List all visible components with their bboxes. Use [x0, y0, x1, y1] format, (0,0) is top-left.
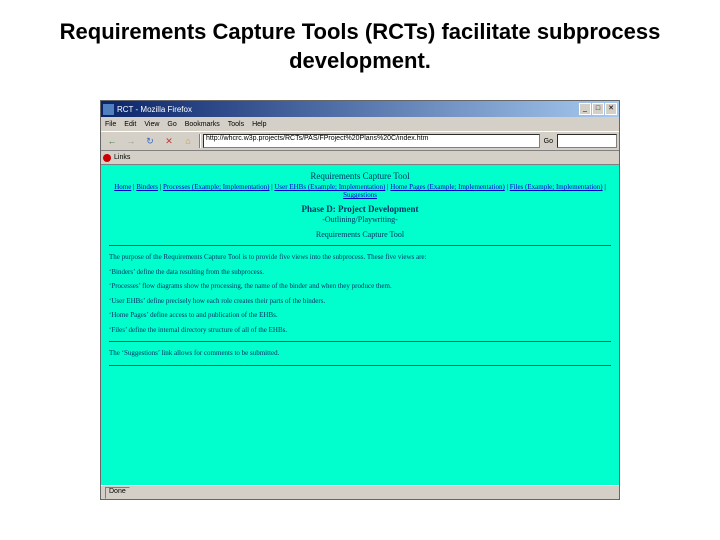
- maximize-button[interactable]: □: [592, 103, 604, 115]
- homepages-desc: ‘Home Pages’ define access to and public…: [109, 310, 611, 321]
- menu-go[interactable]: Go: [167, 121, 176, 128]
- menu-bookmarks[interactable]: Bookmarks: [185, 121, 220, 128]
- divider: [109, 245, 611, 246]
- address-input[interactable]: http://whcrc.w3p.projects/RCTs/PAS/FProj…: [203, 134, 540, 148]
- status-bar: Done: [101, 485, 619, 499]
- divider: [109, 365, 611, 366]
- go-button[interactable]: Go: [541, 133, 556, 149]
- stop-button[interactable]: ✕: [160, 133, 178, 149]
- nav-homepages[interactable]: Home Pages (Example; Implementation): [390, 183, 505, 191]
- section-title: Requirements Capture Tool: [109, 230, 611, 239]
- intro-text: The purpose of the Requirements Capture …: [109, 252, 611, 263]
- divider: [109, 341, 611, 342]
- minimize-button[interactable]: _: [579, 103, 591, 115]
- link-icon[interactable]: [103, 154, 111, 162]
- menu-edit[interactable]: Edit: [124, 121, 136, 128]
- home-button[interactable]: ⌂: [179, 133, 197, 149]
- toolbar-separator: [199, 134, 201, 148]
- phase-subtitle: -Outlining/Playwriting-: [109, 215, 611, 224]
- doc-header: Requirements Capture Tool: [109, 171, 611, 181]
- doc-nav: Home | Binders | Processes (Example; Imp…: [109, 183, 611, 199]
- link-bar: Links: [101, 151, 619, 165]
- app-icon: [103, 104, 114, 115]
- forward-button[interactable]: →: [122, 133, 140, 149]
- nav-toolbar: ← → ↻ ✕ ⌂ http://whcrc.w3p.projects/RCTs…: [101, 131, 619, 151]
- nav-files[interactable]: Files (Example; Implementation): [510, 183, 603, 191]
- back-button[interactable]: ←: [103, 133, 121, 149]
- reload-button[interactable]: ↻: [141, 133, 159, 149]
- menu-file[interactable]: File: [105, 121, 116, 128]
- window-title: RCT - Mozilla Firefox: [117, 105, 579, 114]
- menu-help[interactable]: Help: [252, 121, 266, 128]
- slide-title: Requirements Capture Tools (RCTs) facili…: [0, 0, 720, 85]
- nav-ehbs[interactable]: User EHBs (Example; Implementation): [274, 183, 385, 191]
- processes-desc: ‘Processes’ flow diagrams show the proce…: [109, 281, 611, 292]
- files-desc: ‘Files’ define the internal directory st…: [109, 325, 611, 336]
- menu-view[interactable]: View: [144, 121, 159, 128]
- menu-tools[interactable]: Tools: [228, 121, 244, 128]
- links-label: Links: [114, 154, 130, 161]
- nav-home[interactable]: Home: [114, 183, 131, 191]
- nav-processes[interactable]: Processes (Example; Implementation): [163, 183, 270, 191]
- suggestions-desc: The ‘Suggestions’ link allows for commen…: [109, 348, 611, 359]
- close-button[interactable]: ✕: [605, 103, 617, 115]
- status-text: Done: [105, 487, 130, 499]
- binders-desc: ‘Binders’ define the data resulting from…: [109, 267, 611, 278]
- nav-suggestions[interactable]: Suggestions: [343, 191, 377, 199]
- page-content: Requirements Capture Tool Home | Binders…: [101, 165, 619, 485]
- search-input[interactable]: [557, 134, 617, 148]
- window-controls: _ □ ✕: [579, 103, 617, 115]
- nav-binders[interactable]: Binders: [136, 183, 158, 191]
- menu-bar: File Edit View Go Bookmarks Tools Help: [101, 117, 619, 131]
- title-bar: RCT - Mozilla Firefox _ □ ✕: [101, 101, 619, 117]
- phase-title: Phase D: Project Development: [109, 204, 611, 214]
- ehbs-desc: ‘User EHBs’ define precisely how each ro…: [109, 296, 611, 307]
- browser-window: RCT - Mozilla Firefox _ □ ✕ File Edit Vi…: [100, 100, 620, 500]
